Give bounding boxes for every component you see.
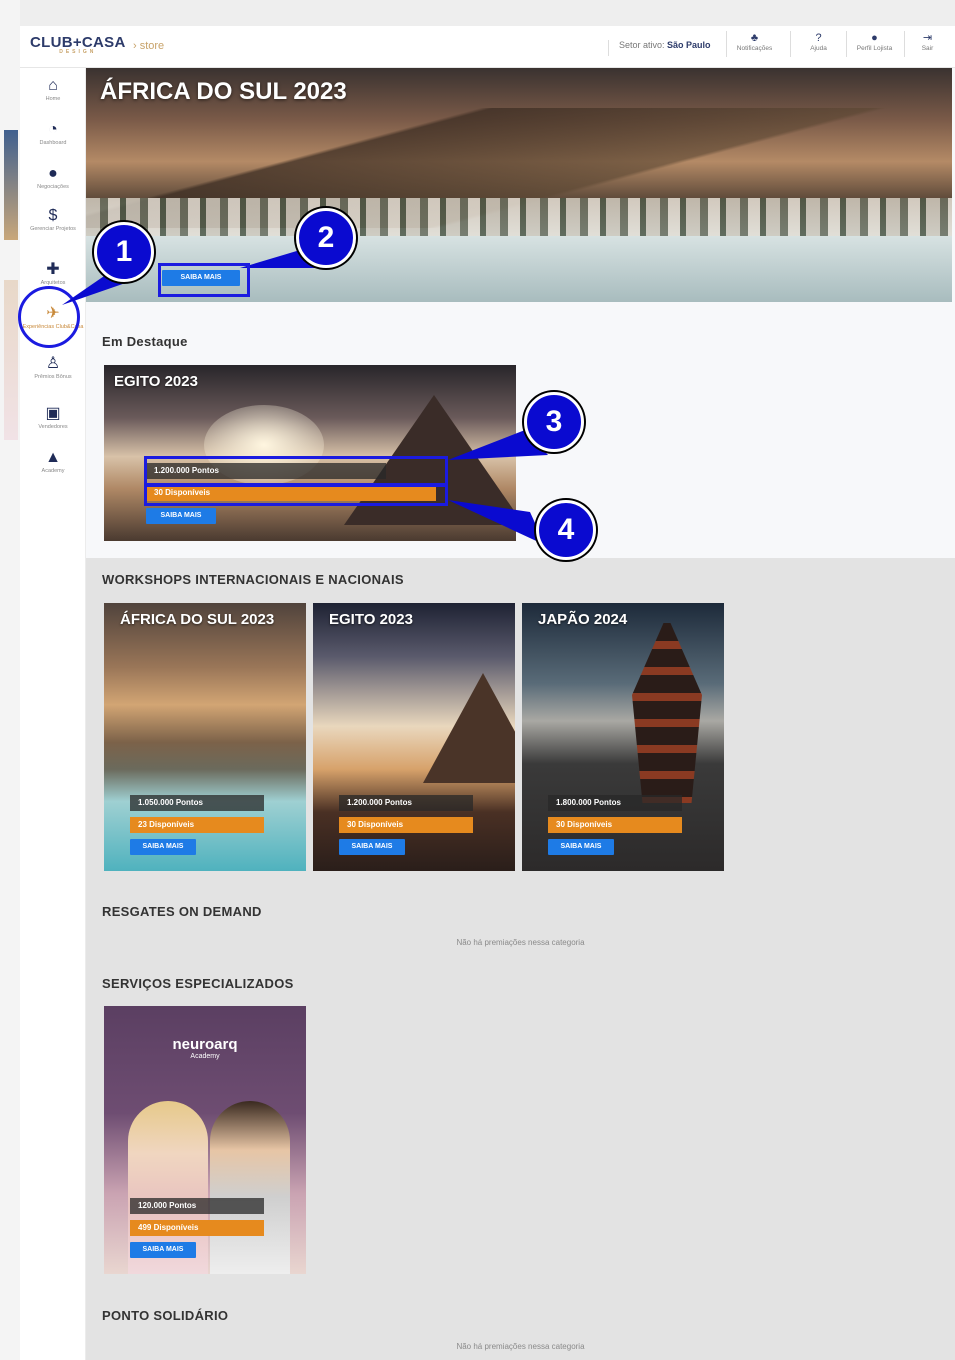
service-card-neuroarq[interactable]: neuroarq Academy 120.000 Pontos 499 Disp… — [104, 1006, 306, 1274]
section-title-workshops: WORKSHOPS INTERNACIONAIS E NACIONAIS — [102, 572, 404, 587]
service-card-points: 120.000 Pontos — [130, 1198, 264, 1214]
sidebar-item-negociacoes[interactable]: ● Negociações — [20, 164, 86, 191]
annotation-box-hero-button — [158, 263, 250, 297]
workshop-card-available: 30 Disponíveis — [548, 817, 682, 833]
sidebar-item-label: Negociações — [37, 184, 69, 190]
sidebar-item-dashboard[interactable]: ◔ Dashboard — [20, 120, 86, 147]
annotation-box-points — [144, 456, 448, 486]
workshop-card-title: ÁFRICA DO SUL 2023 — [120, 611, 275, 628]
sidebar-item-label: Academy — [41, 468, 65, 474]
section-title-destaque: Em Destaque — [102, 334, 188, 349]
sidebar-item-vendedores[interactable]: ▣ Vendedores — [20, 404, 86, 431]
store-breadcrumb[interactable]: › store — [133, 40, 164, 52]
notifications-label: Notificações — [736, 45, 773, 52]
section-title-servicos: SERVIÇOS ESPECIALIZADOS — [102, 976, 294, 991]
annotation-ring-sidebar — [18, 286, 80, 348]
featured-card-title: EGITO 2023 — [114, 373, 198, 390]
service-saiba-mais-button[interactable]: SAIBA MAIS — [130, 1242, 196, 1258]
annotation-marker-1: 1 — [94, 222, 154, 282]
left-edge-strip — [0, 0, 20, 1360]
sidebar-item-label: Home — [45, 96, 61, 102]
neuroarq-brand: neuroarq — [172, 1036, 238, 1053]
sidebar-item-label: Arquitetos — [40, 280, 66, 286]
strip-decoration — [4, 280, 18, 440]
logout-icon: ⇥ — [922, 32, 933, 44]
workshop-saiba-mais-button[interactable]: SAIBA MAIS — [130, 839, 196, 855]
workshop-saiba-mais-button[interactable]: SAIBA MAIS — [548, 839, 614, 855]
workshop-card-title: EGITO 2023 — [329, 611, 413, 628]
catalog-area: WORKSHOPS INTERNACIONAIS E NACIONAIS ÁFR… — [86, 558, 955, 1360]
sector-value: São Paulo — [667, 40, 711, 50]
home-icon: ⌂ — [48, 77, 58, 94]
sidebar-item-arquitetos[interactable]: ✚ Arquitetos — [20, 260, 86, 287]
sidebar-item-premios[interactable]: ♙ Prêmios Bônus — [20, 354, 86, 381]
card-pagoda — [632, 623, 702, 803]
profile-button[interactable]: ● Perfil Lojista — [846, 31, 902, 57]
briefcase-icon: ▣ — [45, 405, 61, 422]
help-icon: ? — [815, 32, 822, 44]
active-sector: Setor ativo: São Paulo — [608, 40, 711, 56]
sidebar-item-label: Prêmios Bônus — [34, 374, 72, 380]
top-header: CLUB+CASA DESIGN › store Setor ativo: Sã… — [20, 26, 955, 68]
card-pyramid — [423, 673, 515, 783]
workshop-card-points: 1.050.000 Pontos — [130, 795, 264, 811]
notifications-button[interactable]: ♣ Notificações — [726, 31, 782, 57]
sidebar-item-label: Dashboard — [39, 140, 67, 146]
section-title-on-demand: RESGATES ON DEMAND — [102, 904, 262, 919]
help-label: Ajuda — [810, 45, 827, 52]
pie-chart-icon: ◔ — [48, 121, 58, 138]
graduation-icon: ▲ — [45, 449, 61, 466]
chat-icon: ● — [48, 165, 58, 182]
workshop-card-title: JAPÃO 2024 — [538, 611, 628, 628]
bell-icon: ♣ — [750, 32, 759, 44]
neuroarq-logo: neuroarq Academy — [104, 1036, 306, 1060]
main-content: ÁFRICA DO SUL 2023 SAIBA MAIS Em Destaqu… — [86, 68, 955, 1360]
annotation-box-available — [144, 484, 448, 506]
workshop-card-available: 30 Disponíveis — [339, 817, 473, 833]
featured-saiba-mais-button[interactable]: SAIBA MAIS — [146, 508, 216, 524]
club-casa-logo[interactable]: CLUB+CASA DESIGN — [30, 34, 126, 55]
annotation-marker-4: 4 — [536, 500, 596, 560]
empty-category-message: Não há premiações nessa categoria — [456, 1342, 585, 1351]
annotation-marker-3: 3 — [524, 392, 584, 452]
workshop-card-japao[interactable]: JAPÃO 2024 1.800.000 Pontos 30 Disponíve… — [522, 603, 724, 871]
sidebar: ⌂ Home ◔ Dashboard ● Negociações $ Geren… — [20, 68, 86, 1360]
sidebar-item-label: Gerenciar Projetos — [30, 226, 76, 232]
section-title-solidario: PONTO SOLIDÁRIO — [102, 1308, 229, 1323]
workshop-saiba-mais-button[interactable]: SAIBA MAIS — [339, 839, 405, 855]
service-card-available: 499 Disponíveis — [130, 1220, 264, 1236]
workshop-card-africa[interactable]: ÁFRICA DO SUL 2023 1.050.000 Pontos 23 D… — [104, 603, 306, 871]
award-icon: ♙ — [45, 355, 61, 372]
sidebar-item-home[interactable]: ⌂ Home — [20, 76, 86, 103]
neuroarq-brand-sub: Academy — [190, 1053, 220, 1060]
profile-label: Perfil Lojista — [856, 45, 893, 52]
help-button[interactable]: ? Ajuda — [790, 31, 846, 57]
sidebar-item-label: Vendedores — [38, 424, 68, 430]
workshop-card-available: 23 Disponíveis — [130, 817, 264, 833]
users-icon: ✚ — [46, 261, 60, 278]
hero-title: ÁFRICA DO SUL 2023 — [100, 78, 347, 105]
empty-category-message: Não há premiações nessa categoria — [456, 938, 585, 947]
strip-decoration — [4, 130, 18, 240]
user-icon: ● — [871, 32, 878, 44]
app-window: CLUB+CASA DESIGN › store Setor ativo: Sã… — [20, 26, 955, 1360]
annotation-marker-2: 2 — [296, 208, 356, 268]
sidebar-item-projetos[interactable]: $ Gerenciar Projetos — [20, 206, 86, 233]
dollar-icon: $ — [48, 207, 58, 224]
workshop-card-points: 1.200.000 Pontos — [339, 795, 473, 811]
featured-card[interactable]: EGITO 2023 1.200.000 Pontos 30 Disponíve… — [104, 365, 516, 541]
logout-button[interactable]: ⇥ Sair — [904, 31, 950, 57]
person-photo — [210, 1101, 290, 1274]
workshop-card-egito[interactable]: EGITO 2023 1.200.000 Pontos 30 Disponíve… — [313, 603, 515, 871]
sector-label: Setor ativo: — [619, 40, 665, 50]
logout-label: Sair — [921, 45, 934, 52]
hero-town — [86, 198, 952, 238]
workshop-card-points: 1.800.000 Pontos — [548, 795, 682, 811]
sidebar-item-academy[interactable]: ▲ Academy — [20, 448, 86, 475]
